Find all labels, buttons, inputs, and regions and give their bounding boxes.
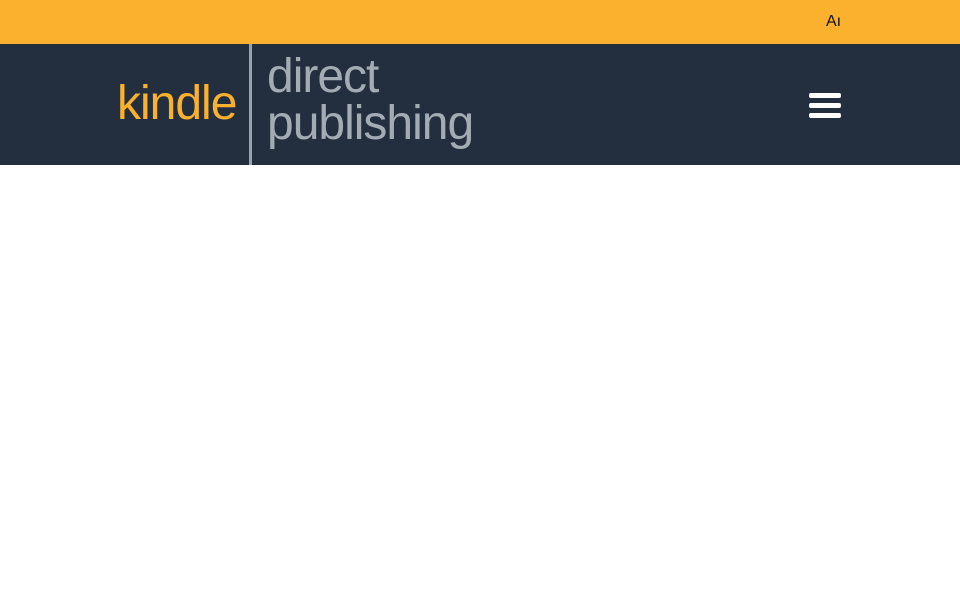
logo-divider [249, 44, 252, 165]
hamburger-menu-icon [809, 93, 841, 119]
logo-word-publishing: publishing [267, 97, 474, 150]
menu-button[interactable] [805, 89, 845, 121]
top-strip: Aı [0, 0, 960, 44]
logo-word-kindle: kindle [117, 77, 237, 130]
kdp-logo[interactable]: kindle direct publishing [117, 44, 487, 165]
top-strip-text[interactable]: Aı [826, 12, 840, 32]
site-header: kindle direct publishing [0, 44, 960, 165]
main-content [0, 165, 960, 600]
